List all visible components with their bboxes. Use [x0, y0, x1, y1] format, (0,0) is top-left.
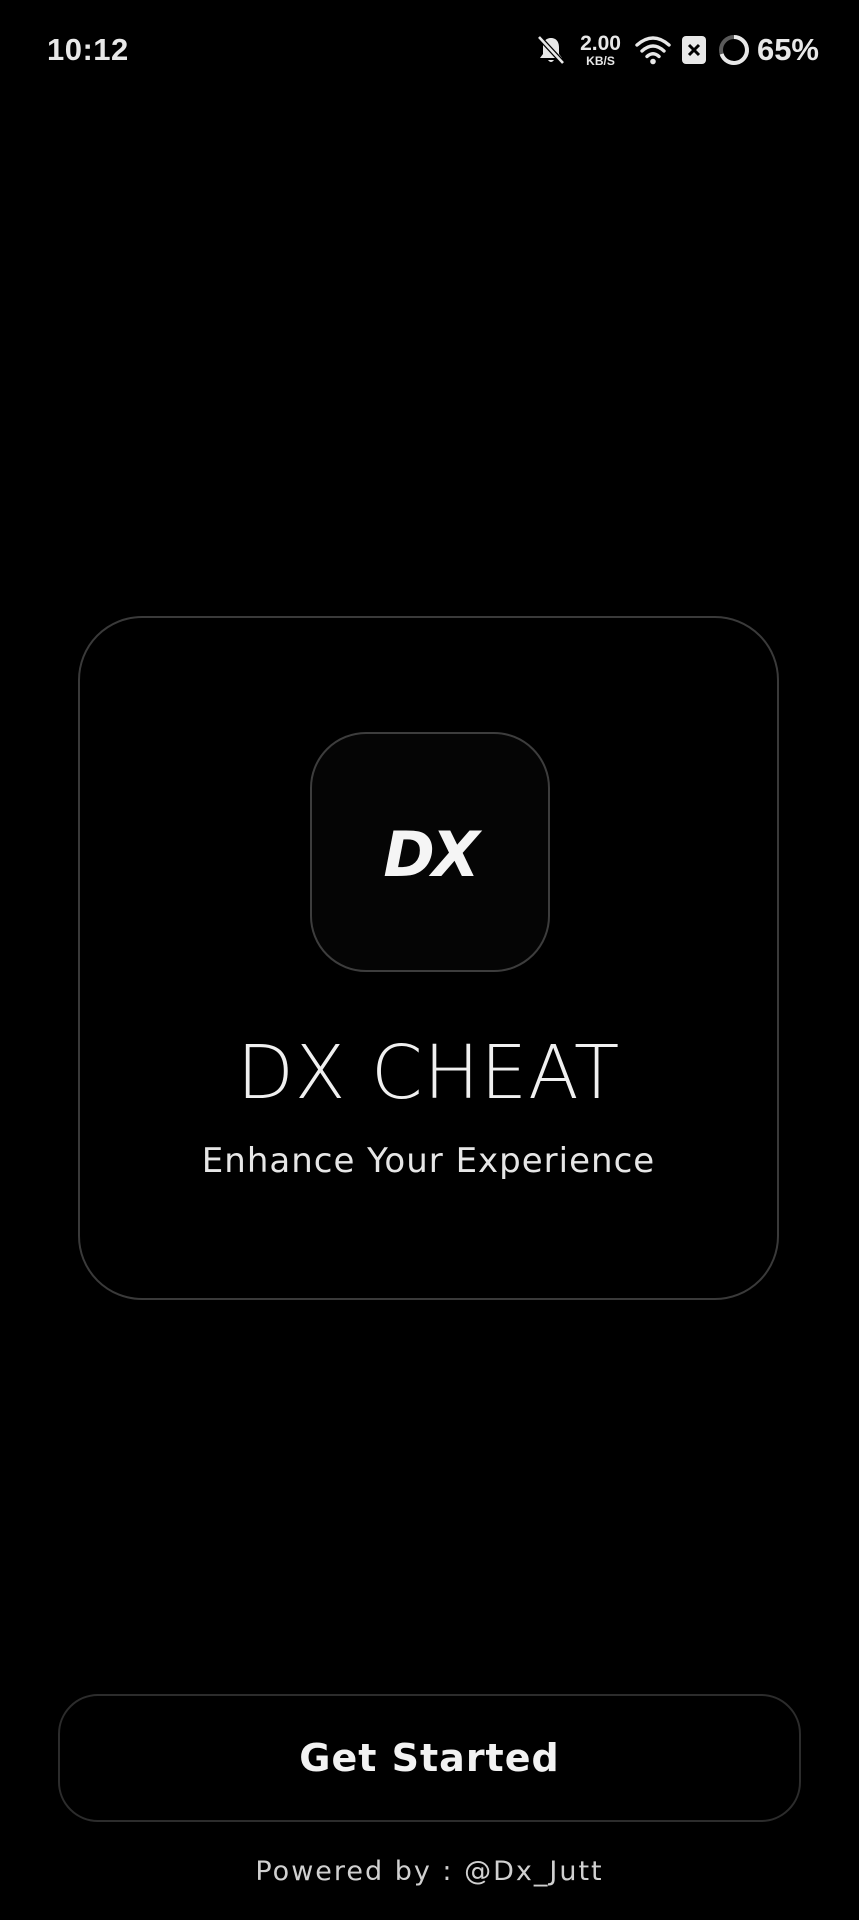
network-speed-value: 2.00 — [580, 32, 621, 55]
network-speed: 2.00 KB/S — [580, 33, 621, 67]
logo-text: DX — [383, 822, 482, 882]
status-bar: 10:12 2.00 KB/S 65% — [0, 0, 859, 100]
status-icons: 2.00 KB/S 65% — [536, 28, 819, 72]
close-box-icon — [681, 35, 707, 65]
status-time: 10:12 — [47, 32, 129, 67]
battery-ring-icon — [717, 33, 751, 67]
app-logo: DX — [310, 732, 550, 972]
wifi-icon — [635, 35, 671, 65]
bell-off-icon — [536, 34, 566, 66]
dx-logo-icon: DX — [383, 822, 485, 882]
powered-by-text: Powered by : @Dx_Jutt — [255, 1856, 604, 1887]
hero-card: DX DX CHEAT Enhance Your Experience — [78, 616, 779, 1300]
app-subtitle: Enhance Your Experience — [201, 1141, 656, 1181]
get-started-label: Get Started — [299, 1736, 560, 1780]
network-speed-unit: KB/S — [586, 54, 615, 68]
app-title: DX CHEAT — [236, 1030, 621, 1116]
get-started-button[interactable]: Get Started — [58, 1694, 801, 1822]
battery-percent: 65% — [756, 32, 819, 67]
